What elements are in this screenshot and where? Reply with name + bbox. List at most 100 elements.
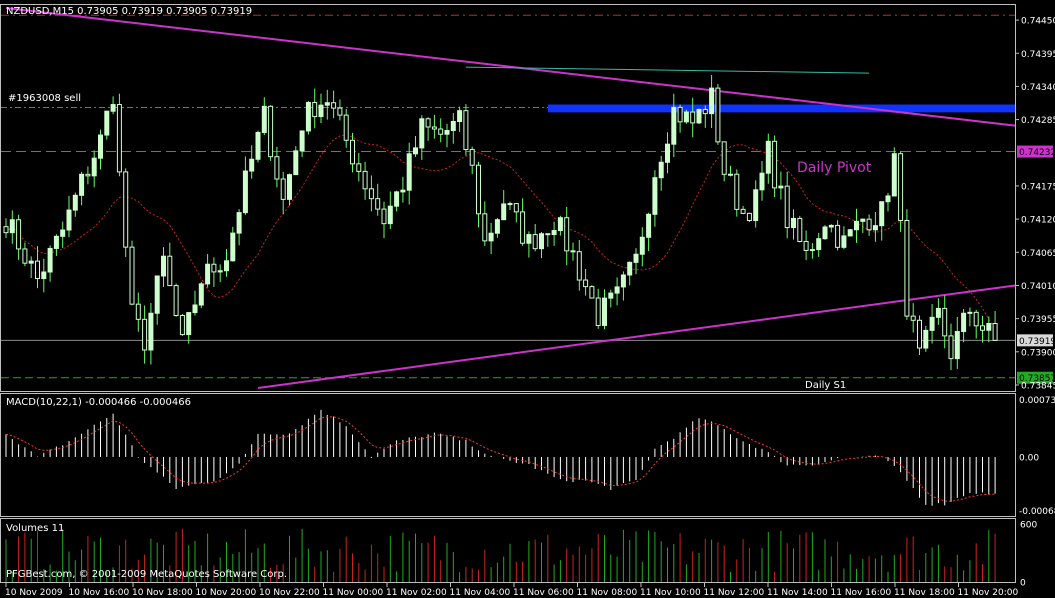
candle-body [665,143,670,163]
candle-body [274,156,280,180]
candle-body [633,253,639,263]
candle-body [192,304,198,314]
candle-body [841,235,847,248]
candle-body [658,161,664,179]
candle-body [394,191,400,207]
candle-body [381,208,387,225]
candle-body [620,274,626,288]
metatrader-chart[interactable]: NZDUSD,M15 0.73905 0.73919 0.73905 0.739… [0,0,1055,598]
time-tick-label: 10 Nov 16:00 [69,588,130,598]
candle-body [324,102,330,106]
time-tick-label: 11 Nov 18:00 [894,588,955,598]
candle-body [532,234,538,250]
candle-body [463,110,469,151]
candle-body [161,255,166,277]
volumes-label: Volumes 11 [6,523,64,534]
candle-body [299,130,305,152]
copyright-text: PFGBest.com, © 2001-2009 MetaQuotes Soft… [6,569,287,580]
candle-body [135,303,141,320]
candle-body [746,212,752,222]
candle-body [356,163,362,172]
time-tick-label: 11 Nov 16:00 [831,588,892,598]
candle-body [450,121,456,132]
candle-body [444,130,450,135]
candle-body [129,246,135,305]
macd-panel[interactable] [0,393,1016,517]
candle-body [954,331,960,360]
candle-body [72,194,78,211]
candle-body [885,195,891,203]
candle-body [910,315,916,321]
candle-body [331,102,337,109]
price-tick-label: 0.74285 [1021,116,1055,126]
candle-body [224,260,229,272]
candle-body [230,232,236,262]
candle-body [186,312,192,336]
price-tick-label: 0.74065 [1021,249,1055,259]
candle-body [690,111,696,124]
candle-body [809,249,815,252]
candle-body [740,208,746,214]
time-tick-label: 11 Nov 04:00 [450,588,511,598]
daily-s1-label: Daily S1 [805,380,846,391]
candle-body [545,233,551,236]
time-tick-label: 10 Nov 18:00 [132,588,193,598]
candle-body [671,106,677,145]
candle-body [923,329,929,349]
candle-body [312,101,318,118]
candle-body [696,108,702,124]
candle-body [242,170,248,214]
candle-body [980,325,985,331]
symbol-header: NZDUSD,M15 0.73905 0.73919 0.73905 0.739… [6,6,252,17]
candle-body [179,315,185,336]
candle-body [992,323,998,341]
candle-body [822,226,828,240]
time-tick-label: 10 Nov 20:00 [196,588,257,598]
price-tick-label: 0.74010 [1021,282,1055,292]
volume-tick-label: 0 [1020,579,1026,589]
candle-body [3,226,9,234]
candle-body [854,220,859,231]
candle-body [35,260,40,280]
candle-body [791,217,796,229]
candle-body [293,150,299,176]
candle-body [986,323,992,331]
candle-body [501,203,507,221]
candle-body [576,251,582,281]
candle-body [22,248,28,264]
candle-body [513,203,519,213]
candle-body [872,225,878,231]
candle-body [784,185,790,229]
candle-body [627,261,633,276]
price-tick-label: 0.73845 [1021,381,1055,391]
candle-body [488,232,494,242]
candle-body [261,105,267,133]
candle-body [368,188,374,200]
price-tag-label: 0.73919 [1019,337,1055,347]
price-tick-label: 0.74450 [1021,17,1055,27]
candle-body [608,292,614,299]
candle-body [66,209,72,231]
time-tick-label: 11 Nov 00:00 [323,588,384,598]
candle-body [91,157,97,177]
candle-body [173,285,179,317]
candle-body [583,279,589,288]
candle-body [929,316,935,331]
candle-body [476,164,481,215]
candle-body [116,104,122,173]
time-tick-label: 11 Nov 12:00 [704,588,765,598]
candle-body [652,177,658,215]
candle-body [211,263,217,273]
candle-body [639,236,645,255]
candle-body [457,110,463,123]
candle-body [28,260,34,264]
candle-body [154,275,160,314]
candle-body [866,218,872,231]
candle-body [646,213,652,238]
candle-body [469,149,475,166]
candle-body [205,263,211,285]
price-tick-label: 0.74120 [1021,216,1055,226]
candle-body [539,233,544,250]
time-tick-label: 11 Nov 14:00 [767,588,828,598]
candle-body [400,189,406,193]
